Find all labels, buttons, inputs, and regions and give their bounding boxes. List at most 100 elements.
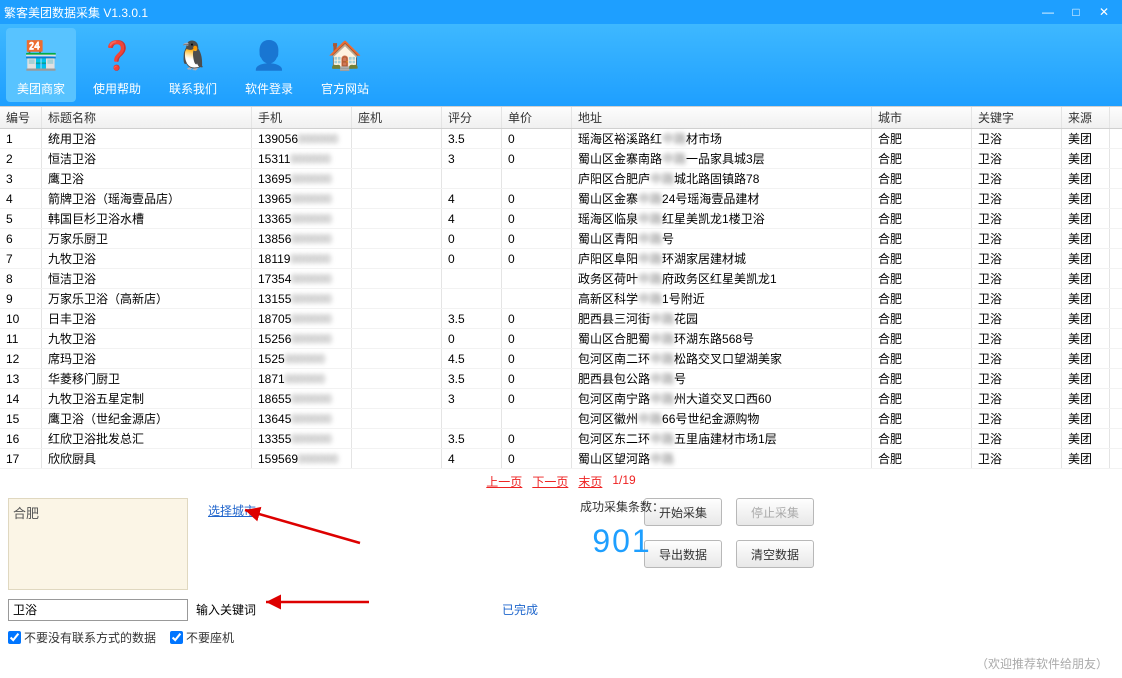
cell [442,289,502,308]
cell: 合肥 [872,189,972,208]
window-buttons: — □ ✕ [1034,2,1118,22]
checkbox-row: 不要没有联系方式的数据 不要座机 [0,625,1122,650]
table-row[interactable]: 14九牧卫浴五星定制1865500000030包河区南宁路中路州大道交叉口西60… [0,389,1122,409]
table-row[interactable]: 1统用卫浴1390560000003.50瑶海区裕溪路红中路材市场合肥卫浴美团 [0,129,1122,149]
table-row[interactable]: 7九牧卫浴1811900000000庐阳区阜阳中路环湖家居建材城合肥卫浴美团 [0,249,1122,269]
next-page-link[interactable]: 下一页 [532,473,568,490]
col-header[interactable]: 标题名称 [42,107,252,128]
cell: 美团 [1062,269,1110,288]
table-row[interactable]: 2恒洁卫浴1531100000030蜀山区金寨南路中路一品家具城3层合肥卫浴美团 [0,149,1122,169]
cell: 14 [0,389,42,408]
toolbar-label: 软件登录 [245,80,293,97]
cell: 合肥 [872,229,972,248]
cell [352,409,442,428]
toolbar-3[interactable]: 👤 软件登录 [234,28,304,102]
toolbar-label: 使用帮助 [93,80,141,97]
table-row[interactable]: 3鹰卫浴13695000000庐阳区合肥庐中路城北路固镇路78合肥卫浴美团 [0,169,1122,189]
cell: 10 [0,309,42,328]
maximize-button[interactable]: □ [1062,2,1090,22]
cell: 0 [502,229,572,248]
cell: 13695000000 [252,169,352,188]
cell: 卫浴 [972,369,1062,388]
table-row[interactable]: 6万家乐厨卫1385600000000蜀山区青阳中路号合肥卫浴美团 [0,229,1122,249]
col-header[interactable]: 编号 [0,107,42,128]
cell [352,329,442,348]
close-button[interactable]: ✕ [1090,2,1118,22]
cell: 0 [502,369,572,388]
last-page-link[interactable]: 末页 [578,473,602,490]
col-header[interactable]: 城市 [872,107,972,128]
cell [352,349,442,368]
cell: 0 [502,129,572,148]
arrow-icon [264,592,374,615]
table-row[interactable]: 17欣欣厨具15956900000040蜀山区望河路中路合肥卫浴美团 [0,449,1122,469]
toolbar: 🏪美团商家 ❓ 使用帮助 🐧联系我们 👤 软件登录 🏠官方网站 [0,24,1122,106]
table-row[interactable]: 15鹰卫浴（世纪金源店）13645000000包河区徽州中路66号世纪金源购物合… [0,409,1122,429]
prev-page-link[interactable]: 上一页 [486,473,522,490]
cell: 美团 [1062,329,1110,348]
cell: 2 [0,149,42,168]
stop-collect-button[interactable]: 停止采集 [736,498,814,526]
cell [352,389,442,408]
cell: 0 [502,429,572,448]
table-row[interactable]: 8恒洁卫浴17354000000政务区荷叶中路府政务区红星美凯龙1合肥卫浴美团 [0,269,1122,289]
cell: 159569000000 [252,449,352,468]
cell: 0 [502,449,572,468]
col-header[interactable]: 座机 [352,107,442,128]
cell: 鹰卫浴 [42,169,252,188]
minimize-button[interactable]: — [1034,2,1062,22]
cell: 箭牌卫浴（瑶海壹品店） [42,189,252,208]
toolbar-icon: ❓ [95,34,139,78]
cell: 万家乐卫浴（高新店） [42,289,252,308]
col-header[interactable]: 评分 [442,107,502,128]
col-header[interactable]: 单价 [502,107,572,128]
toolbar-1[interactable]: ❓ 使用帮助 [82,28,152,102]
toolbar-icon: 👤 [247,34,291,78]
col-header[interactable]: 来源 [1062,107,1110,128]
cell: 3 [442,149,502,168]
cell: 合肥 [872,389,972,408]
cell: 13355000000 [252,429,352,448]
keyword-input[interactable] [8,599,188,621]
cell: 恒洁卫浴 [42,269,252,288]
cell: 红欣卫浴批发总汇 [42,429,252,448]
col-header[interactable]: 地址 [572,107,872,128]
cell: 13155000000 [252,289,352,308]
chk-no-contact-input[interactable] [8,631,21,644]
cell: 卫浴 [972,309,1062,328]
toolbar-2[interactable]: 🐧联系我们 [158,28,228,102]
table-row[interactable]: 10日丰卫浴187050000003.50肥西县三河街中路花园合肥卫浴美团 [0,309,1122,329]
table-row[interactable]: 12席玛卫浴15250000004.50包河区南二环中路松路交叉口望湖美家合肥卫… [0,349,1122,369]
cell: 美团 [1062,209,1110,228]
col-header[interactable]: 关键字 [972,107,1062,128]
table-row[interactable]: 11九牧卫浴1525600000000蜀山区合肥蜀中路环湖东路568号合肥卫浴美… [0,329,1122,349]
cell: 庐阳区合肥庐中路城北路固镇路78 [572,169,872,188]
table-row[interactable]: 13华菱移门厨卫18710000003.50肥西县包公路中路号合肥卫浴美团 [0,369,1122,389]
cell: 合肥 [872,409,972,428]
toolbar-0[interactable]: 🏪美团商家 [6,28,76,102]
cell: 华菱移门厨卫 [42,369,252,388]
cell: 13 [0,369,42,388]
cell [352,289,442,308]
cell [352,169,442,188]
clear-data-button[interactable]: 清空数据 [736,540,814,568]
chk-no-landline[interactable]: 不要座机 [170,629,234,646]
cell: 美团 [1062,249,1110,268]
choose-city-link[interactable]: 选择城市 [208,502,256,519]
table-row[interactable]: 16红欣卫浴批发总汇133550000003.50包河区东二环中路五里庙建材市场… [0,429,1122,449]
cell: 美团 [1062,129,1110,148]
cell: 合肥 [872,429,972,448]
chk-no-contact[interactable]: 不要没有联系方式的数据 [8,629,156,646]
cell: 4 [442,209,502,228]
table-row[interactable]: 9万家乐卫浴（高新店）13155000000高新区科学中路1号附近合肥卫浴美团 [0,289,1122,309]
city-box[interactable]: 合肥 [8,498,188,590]
table-row[interactable]: 5韩国巨杉卫浴水槽1336500000040瑶海区临泉中路红星美凯龙1楼卫浴合肥… [0,209,1122,229]
table-row[interactable]: 4箭牌卫浴（瑶海壹品店）1396500000040蜀山区金寨中路24号瑶海壹品建… [0,189,1122,209]
chk-no-landline-input[interactable] [170,631,183,644]
cell: 卫浴 [972,249,1062,268]
cell: 包河区南二环中路松路交叉口望湖美家 [572,349,872,368]
cell: 1525000000 [252,349,352,368]
col-header[interactable]: 手机 [252,107,352,128]
toolbar-4[interactable]: 🏠官方网站 [310,28,380,102]
cell [352,449,442,468]
